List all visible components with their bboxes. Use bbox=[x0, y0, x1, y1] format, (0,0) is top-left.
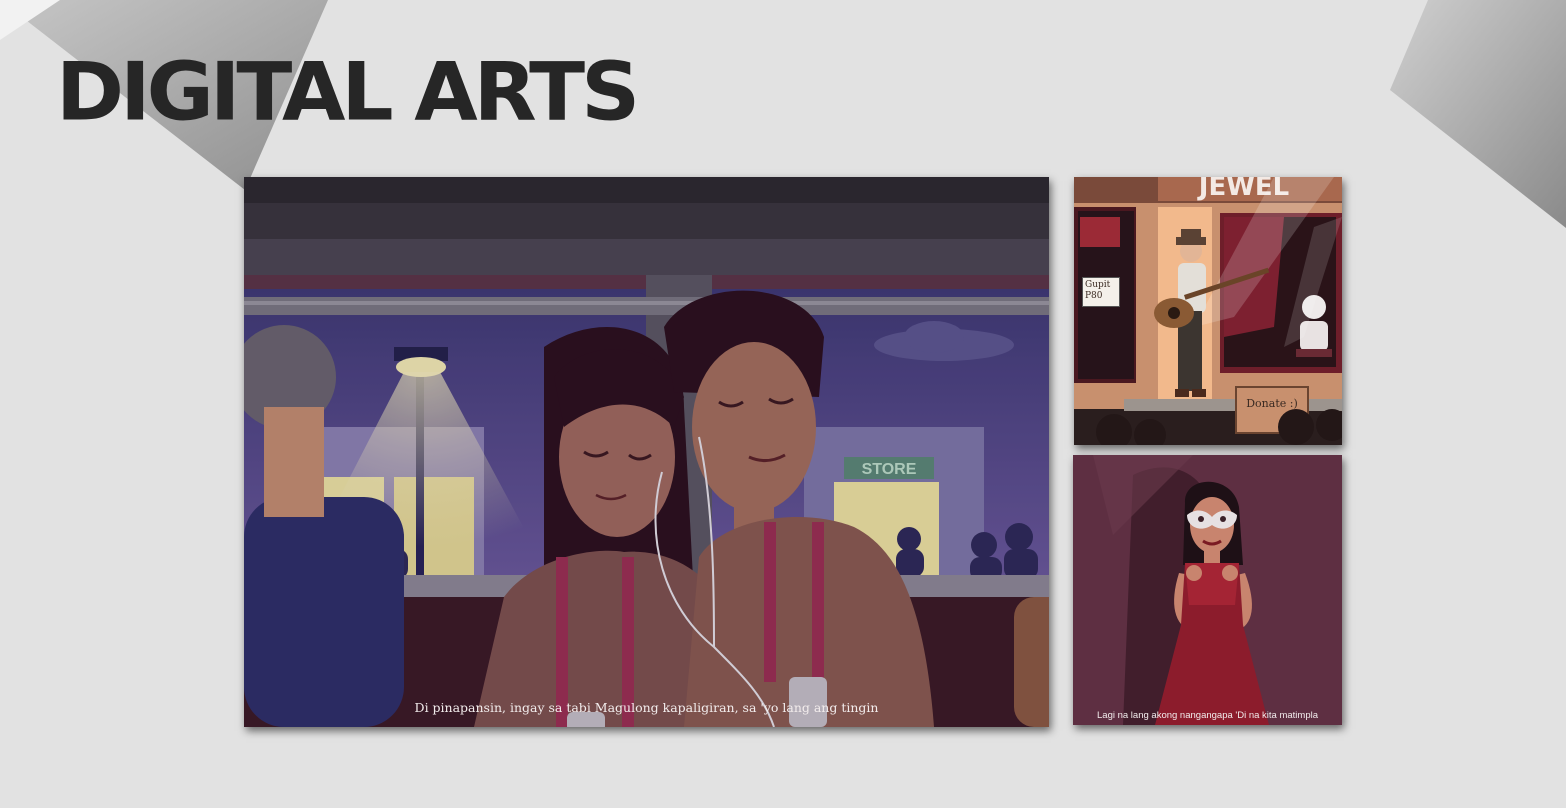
street-busker-illustration: JEWEL Donate :) bbox=[1074, 177, 1342, 445]
artwork-masked-woman[interactable]: Lagi na lang akong nangangapa 'Di na kit… bbox=[1073, 455, 1342, 725]
train-couple-illustration: STORE bbox=[244, 177, 1049, 727]
price-sign: Gupit P80 bbox=[1082, 277, 1120, 307]
artwork-caption: Lagi na lang akong nangangapa 'Di na kit… bbox=[1097, 710, 1318, 721]
donate-sign: Donate :) bbox=[1246, 397, 1298, 410]
artwork-caption: Di pinapansin, ingay sa tabi Magulong ka… bbox=[414, 700, 879, 715]
corner-decoration-right bbox=[1390, 0, 1566, 228]
masked-woman-illustration bbox=[1073, 455, 1342, 725]
artwork-street-busker[interactable]: JEWEL Donate :) Gupit P80 bbox=[1074, 177, 1342, 445]
artwork-train-couple[interactable]: STORE Di pinapansin, ingay sa tabi Magul… bbox=[244, 177, 1049, 727]
page-title: DIGITAL ARTS bbox=[56, 45, 640, 140]
